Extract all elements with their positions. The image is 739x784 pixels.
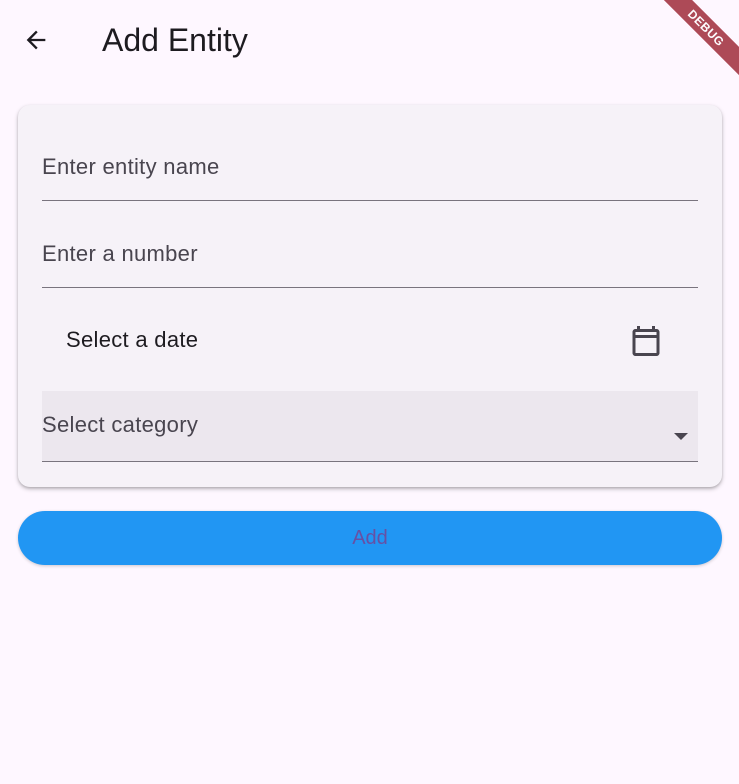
entity-name-field[interactable] — [42, 145, 698, 201]
arrow-drop-down-icon — [674, 433, 688, 440]
app-bar: Add Entity — [0, 0, 739, 80]
category-dropdown-hint: Select category — [42, 412, 199, 437]
calendar-icon[interactable] — [628, 323, 664, 359]
date-picker-label: Select a date — [66, 327, 199, 352]
entity-form-card: Select a date Select category — [18, 105, 722, 487]
date-picker-tile[interactable]: Select a date — [42, 313, 698, 369]
category-dropdown[interactable]: Select category — [42, 391, 698, 462]
page-title: Add Entity — [102, 22, 248, 58]
add-button[interactable]: Add — [18, 511, 722, 565]
back-button[interactable] — [12, 16, 60, 64]
number-input[interactable] — [42, 234, 698, 274]
number-field[interactable] — [42, 232, 698, 288]
entity-name-input[interactable] — [42, 147, 698, 187]
arrow-back-icon — [26, 30, 46, 50]
